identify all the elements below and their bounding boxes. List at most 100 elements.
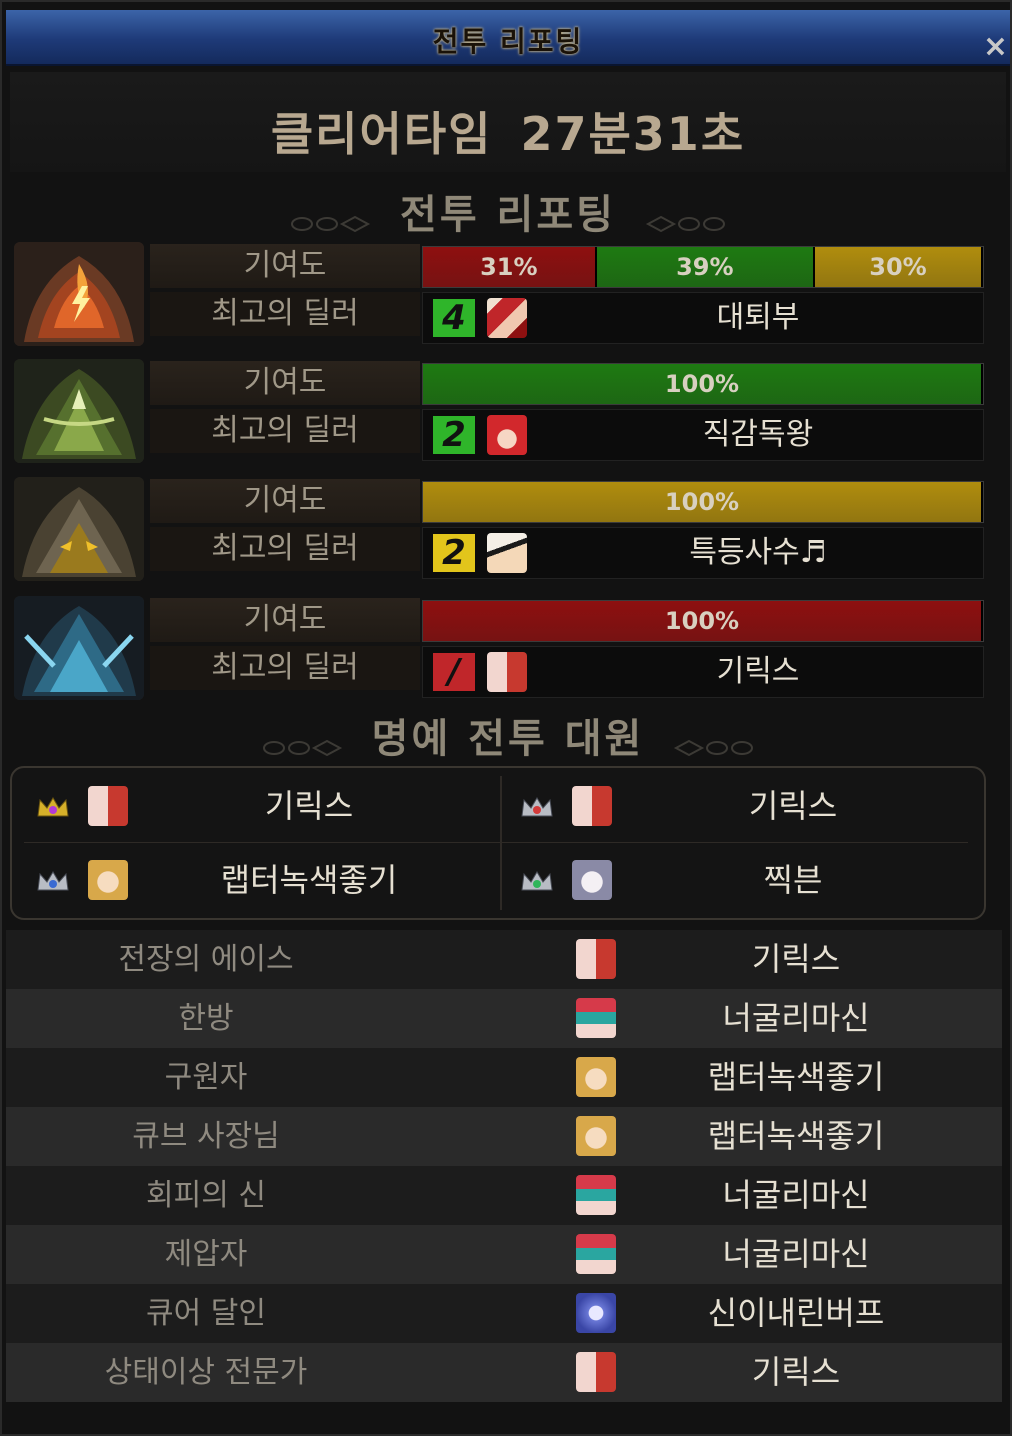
honor-row: 기릭스 기릭스 xyxy=(12,770,980,842)
avatar xyxy=(576,1234,616,1274)
award-row[interactable]: 전장의 에이스 기릭스 xyxy=(6,930,1002,989)
contribution-label: 기여도 xyxy=(150,598,420,642)
boss-row: 기여도 최고의 딜러 100% 2 직감독왕 xyxy=(14,359,984,463)
award-row[interactable]: 구원자 랩터녹색좋기 xyxy=(6,1048,1002,1107)
gold-crown-icon xyxy=(37,797,69,817)
ornament-right-icon xyxy=(667,738,757,758)
award-row[interactable]: 한방 너굴리마신 xyxy=(6,989,1002,1048)
fire-boss-icon xyxy=(14,242,144,346)
dealer-name[interactable]: 직감독왕 xyxy=(543,410,973,460)
award-winner-name: 너굴리마신 xyxy=(722,1176,870,1214)
avatar xyxy=(576,998,616,1038)
award-title: 회피의 신 xyxy=(146,1178,266,1213)
honor-row: 랩터녹색좋기 찍븐 xyxy=(12,844,980,916)
water-boss-icon xyxy=(14,596,144,700)
award-title: 한방 xyxy=(178,1001,234,1036)
award-row[interactable]: 상태이상 전문가 기릭스 xyxy=(6,1343,1002,1402)
dealer-label: 최고의 딜러 xyxy=(150,527,420,571)
clear-time-value: 27분31초 xyxy=(520,107,746,161)
avatar xyxy=(88,786,128,826)
contribution-label: 기여도 xyxy=(150,244,420,288)
avatar xyxy=(576,1352,616,1392)
contribution-bar: 100% xyxy=(422,481,984,523)
silver-crown-icon xyxy=(521,797,553,817)
dealer-name[interactable]: 대퇴부 xyxy=(543,293,973,343)
award-title: 전장의 에이스 xyxy=(118,942,294,977)
dealer-name[interactable]: 기릭스 xyxy=(543,647,973,697)
top-dealer: 2 직감독왕 xyxy=(422,409,984,461)
close-icon[interactable]: × xyxy=(983,32,1008,62)
dealer-name[interactable]: 특등사수♬ xyxy=(543,528,973,578)
clear-time-header: 클리어타임 27분31초 xyxy=(10,72,1006,172)
award-row[interactable]: 제압자 너굴리마신 xyxy=(6,1225,1002,1284)
top-dealer: 4 대퇴부 xyxy=(422,292,984,344)
avatar xyxy=(487,652,527,692)
section-honor-title: 명예 전투 대원 xyxy=(371,716,645,762)
award-row[interactable]: 큐브 사장님 랩터녹색좋기 xyxy=(6,1107,1002,1166)
silver-crown-icon xyxy=(521,871,553,891)
award-title: 큐어 달인 xyxy=(146,1296,266,1331)
avatar xyxy=(572,786,612,826)
avatar xyxy=(576,1057,616,1097)
section-honor-heading: 명예 전투 대원 xyxy=(10,702,1006,762)
honor-members-panel: 기릭스 기릭스 랩터녹색좋기 찍븐 xyxy=(10,766,986,920)
awards-list: 전장의 에이스 기릭스 한방 너굴리마신 구원자 랩터녹색좋기 큐브 사장님 랩… xyxy=(6,930,1002,1402)
top-dealer: 2 특등사수♬ xyxy=(422,527,984,579)
award-title: 구원자 xyxy=(164,1060,248,1095)
award-title: 상태이상 전문가 xyxy=(104,1355,308,1390)
avatar xyxy=(576,1293,616,1333)
award-winner-name: 랩터녹색좋기 xyxy=(707,1058,885,1096)
avatar xyxy=(88,860,128,900)
award-winner-name: 너굴리마신 xyxy=(722,1235,870,1273)
dealer-rank-badge: 2 xyxy=(433,534,475,572)
window-title: 전투 리포팅 xyxy=(432,25,584,58)
contribution-bar: 100% xyxy=(422,363,984,405)
award-title: 제압자 xyxy=(164,1237,248,1272)
avatar xyxy=(576,939,616,979)
ornament-right-icon xyxy=(639,214,729,234)
avatar xyxy=(487,533,527,573)
top-dealer: / 기릭스 xyxy=(422,646,984,698)
dealer-label: 최고의 딜러 xyxy=(150,292,420,336)
boss-row: 기여도 최고의 딜러 100% / 기릭스 xyxy=(14,596,984,700)
contribution-bar: 31% 39% 30% xyxy=(422,246,984,288)
contribution-segment: 100% xyxy=(423,364,983,404)
award-winner-name: 신이내린버프 xyxy=(707,1294,885,1332)
contribution-segment: 39% xyxy=(596,247,815,287)
honor-member-name: 랩터녹색좋기 xyxy=(220,861,398,899)
honor-member-name: 기릭스 xyxy=(748,787,838,825)
dealer-rank-badge: 2 xyxy=(433,416,475,454)
ornament-left-icon xyxy=(259,738,349,758)
dealer-label: 최고의 딜러 xyxy=(150,646,420,690)
honor-member[interactable]: 찍븐 xyxy=(496,844,980,916)
award-winner-name: 랩터녹색좋기 xyxy=(707,1117,885,1155)
contribution-segment: 100% xyxy=(423,601,983,641)
battle-report-window: 전투 리포팅 × 클리어타임 27분31초 전투 리포팅 기여도 최고의 딜러 3… xyxy=(0,0,1012,1436)
section-report-heading: 전투 리포팅 xyxy=(10,178,1006,238)
section-report-title: 전투 리포팅 xyxy=(400,192,616,238)
honor-member[interactable]: 랩터녹색좋기 xyxy=(12,844,496,916)
divider xyxy=(24,842,968,843)
award-winner-name: 기릭스 xyxy=(751,940,841,978)
clear-time: 클리어타임 27분31초 xyxy=(10,98,1006,164)
earth-boss-icon xyxy=(14,477,144,581)
wind-boss-icon xyxy=(14,359,144,463)
honor-member[interactable]: 기릭스 xyxy=(496,770,980,842)
title-bar[interactable]: 전투 리포팅 × xyxy=(6,10,1010,66)
contribution-label: 기여도 xyxy=(150,361,420,405)
avatar xyxy=(576,1116,616,1156)
award-title: 큐브 사장님 xyxy=(132,1119,280,1154)
contribution-label: 기여도 xyxy=(150,479,420,523)
honor-member[interactable]: 기릭스 xyxy=(12,770,496,842)
contribution-segment: 100% xyxy=(423,482,983,522)
avatar xyxy=(572,860,612,900)
award-row[interactable]: 회피의 신 너굴리마신 xyxy=(6,1166,1002,1225)
award-winner-name: 너굴리마신 xyxy=(722,999,870,1037)
boss-row: 기여도 최고의 딜러 100% 2 특등사수♬ xyxy=(14,477,984,581)
contribution-segment: 31% xyxy=(423,247,597,287)
dealer-label: 최고의 딜러 xyxy=(150,409,420,453)
award-row[interactable]: 큐어 달인 신이내린버프 xyxy=(6,1284,1002,1343)
dealer-rank-badge: / xyxy=(433,653,475,691)
avatar xyxy=(487,298,527,338)
avatar xyxy=(487,415,527,455)
